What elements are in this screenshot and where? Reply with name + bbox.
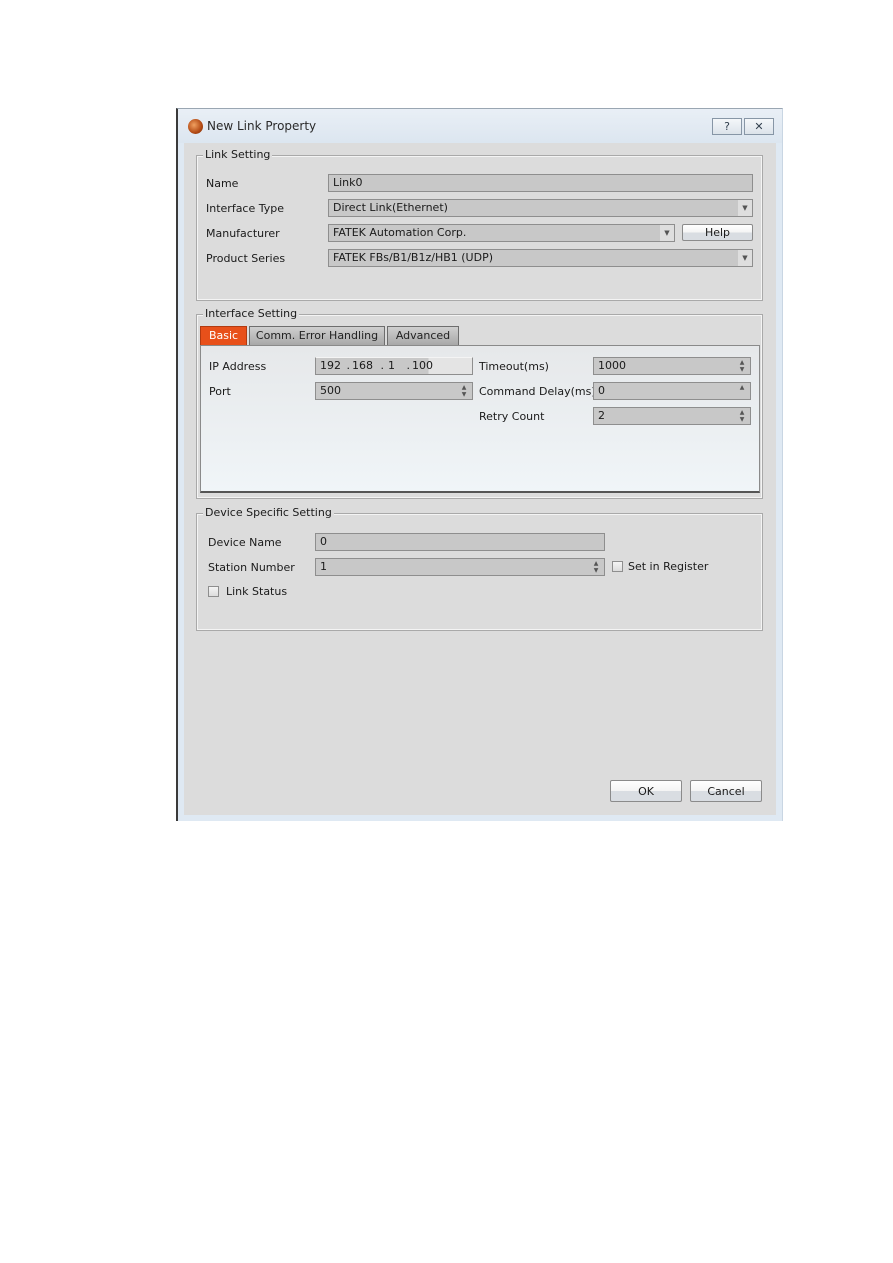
- product-series-value: FATEK FBs/B1/B1z/HB1 (UDP): [333, 251, 494, 264]
- ip-address-field[interactable]: 192 . 168 .1 . 100: [315, 357, 473, 375]
- station-number-spinbox[interactable]: 1 ▲ ▼: [315, 558, 605, 576]
- device-name-field[interactable]: 0: [315, 533, 605, 551]
- tab-advanced[interactable]: Advanced: [387, 326, 459, 345]
- spin-arrows-icon[interactable]: ▲ ▼: [460, 384, 468, 398]
- timeout-value: 1000: [598, 359, 626, 372]
- cancel-button[interactable]: Cancel: [690, 780, 762, 802]
- set-in-register-checkbox[interactable]: [612, 561, 623, 572]
- chevron-down-icon[interactable]: ▼: [738, 250, 752, 266]
- manufacturer-value: FATEK Automation Corp.: [333, 226, 467, 239]
- interface-setting-group: Interface Setting Basic Comm. Error Hand…: [196, 307, 763, 499]
- interface-type-select[interactable]: Direct Link(Ethernet) ▼: [328, 199, 753, 217]
- link-setting-group: Link Setting Name Link0 Interface Type D…: [196, 148, 763, 301]
- port-spinbox[interactable]: 500 ▲ ▼: [315, 382, 473, 400]
- device-specific-setting-label: Device Specific Setting: [203, 506, 334, 519]
- ip-octet-4[interactable]: 100: [412, 359, 433, 372]
- dialog-client-area: Link Setting Name Link0 Interface Type D…: [184, 143, 776, 815]
- set-in-register-label: Set in Register: [628, 560, 709, 573]
- close-button[interactable]: ✕: [744, 118, 774, 135]
- new-link-property-dialog: New Link Property ? ✕ Link Setting Name …: [176, 108, 783, 821]
- name-value: Link0: [333, 176, 363, 189]
- product-series-select[interactable]: FATEK FBs/B1/B1z/HB1 (UDP) ▼: [328, 249, 753, 267]
- ip-octet-1[interactable]: 192: [320, 359, 341, 372]
- link-setting-label: Link Setting: [203, 148, 273, 161]
- basic-tab-panel: IP Address 192 . 168 .1 . 100 Port 500 ▲ ▼ …: [200, 345, 760, 493]
- ok-button[interactable]: OK: [610, 780, 682, 802]
- help-question-button[interactable]: ?: [712, 118, 742, 135]
- spin-arrows-icon[interactable]: ▲ ▼: [738, 409, 746, 423]
- device-name-value: 0: [320, 535, 327, 548]
- link-status-label: Link Status: [226, 585, 288, 598]
- timeout-label: Timeout(ms): [479, 360, 549, 373]
- chevron-down-icon[interactable]: ▼: [738, 200, 752, 216]
- tab-comm-error-handling[interactable]: Comm. Error Handling: [249, 326, 385, 345]
- title-bar[interactable]: New Link Property ? ✕: [178, 109, 782, 143]
- spin-arrows-icon[interactable]: ▲ ▼: [738, 359, 746, 373]
- interface-type-label: Interface Type: [206, 202, 285, 215]
- port-value: 500: [320, 384, 341, 397]
- name-label: Name: [206, 177, 239, 190]
- spin-up-icon[interactable]: ▲: [738, 384, 746, 398]
- chevron-down-icon[interactable]: ▼: [660, 225, 674, 241]
- interface-type-value: Direct Link(Ethernet): [333, 201, 448, 214]
- tab-bar: Basic Comm. Error Handling Advanced: [200, 326, 760, 346]
- question-mark-icon: ?: [724, 120, 730, 133]
- device-name-label: Device Name: [208, 536, 282, 549]
- spin-arrows-icon[interactable]: ▲ ▼: [592, 560, 600, 574]
- interface-setting-label: Interface Setting: [203, 307, 300, 320]
- help-button[interactable]: Help: [682, 224, 753, 241]
- ip-octet-2[interactable]: 168: [352, 359, 373, 372]
- retry-count-value: 2: [598, 409, 605, 422]
- dialog-title: New Link Property: [207, 119, 317, 133]
- retry-count-label: Retry Count: [479, 410, 545, 423]
- command-delay-label: Command Delay(ms): [479, 385, 596, 398]
- retry-count-spinbox[interactable]: 2 ▲ ▼: [593, 407, 751, 425]
- ip-address-label: IP Address: [209, 360, 267, 373]
- ip-octet-3[interactable]: 1: [388, 359, 395, 372]
- close-icon: ✕: [754, 120, 764, 133]
- product-series-label: Product Series: [206, 252, 286, 265]
- tab-basic[interactable]: Basic: [200, 326, 247, 345]
- command-delay-spinbox[interactable]: 0 ▲: [593, 382, 751, 400]
- port-label: Port: [209, 385, 231, 398]
- device-specific-setting-group: Device Specific Setting Device Name 0 St…: [196, 506, 763, 631]
- app-logo-icon: [188, 119, 203, 134]
- name-field[interactable]: Link0: [328, 174, 753, 192]
- station-number-value: 1: [320, 560, 327, 573]
- timeout-spinbox[interactable]: 1000 ▲ ▼: [593, 357, 751, 375]
- manufacturer-label: Manufacturer: [206, 227, 280, 240]
- manufacturer-select[interactable]: FATEK Automation Corp. ▼: [328, 224, 675, 242]
- link-status-checkbox[interactable]: [208, 586, 219, 597]
- command-delay-value: 0: [598, 384, 605, 397]
- station-number-label: Station Number: [208, 561, 295, 574]
